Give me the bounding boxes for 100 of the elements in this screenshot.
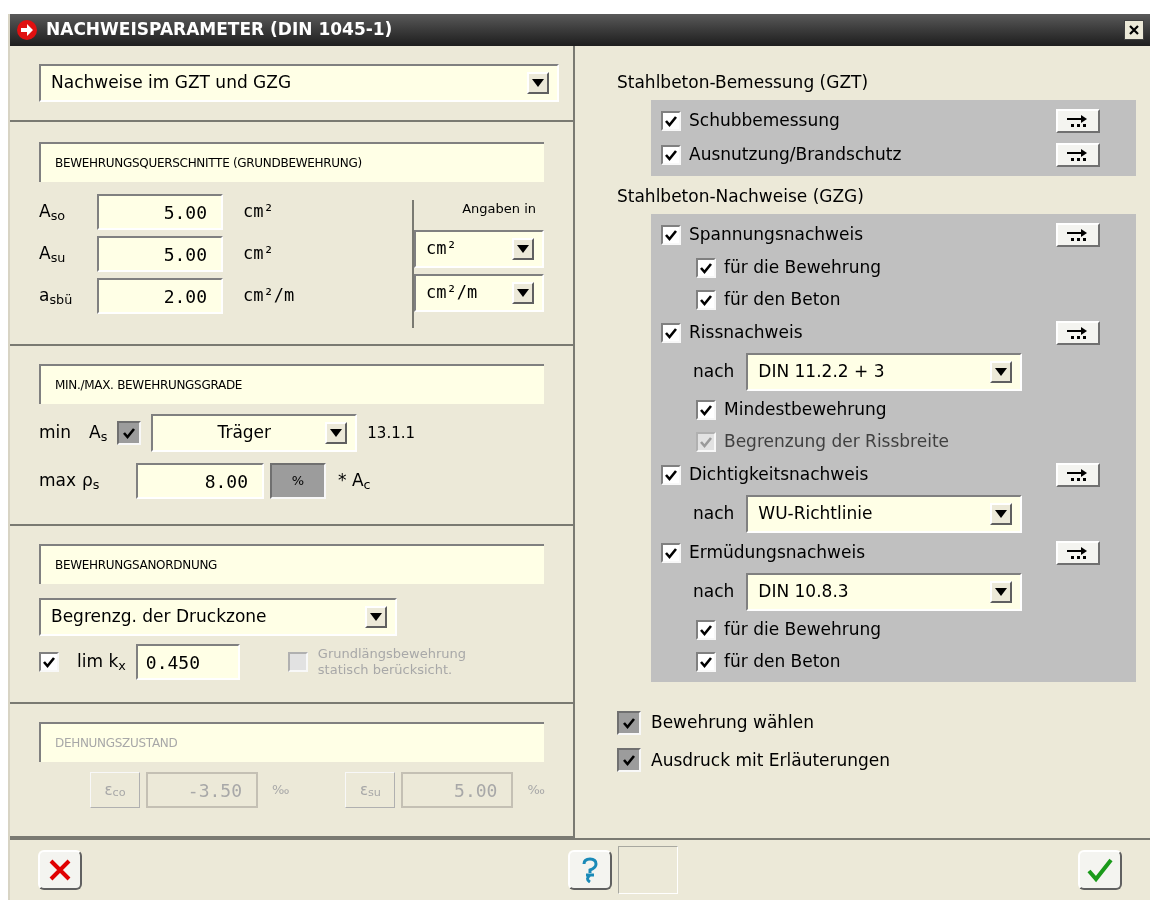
unit-label: cm² (243, 242, 274, 266)
caret-icon (532, 79, 544, 87)
dropdown[interactable]: Träger (151, 414, 358, 452)
checkbox[interactable] (661, 465, 681, 485)
checkbox-label: Ausdruck mit Erläuterungen (651, 748, 891, 772)
checkbox-label: Bewehrung wählen (651, 711, 815, 734)
input-field[interactable]: 5.00 (97, 194, 223, 230)
nach-label: nach (693, 360, 735, 384)
unit-toggle[interactable]: % (270, 463, 327, 499)
checkbox[interactable] (696, 620, 716, 640)
help-button[interactable] (568, 850, 612, 890)
checkbox[interactable] (661, 543, 681, 563)
cancel-icon (48, 858, 72, 882)
checkbox[interactable] (661, 225, 681, 245)
caret-icon (995, 368, 1008, 376)
nach-label: nach (693, 502, 735, 526)
settings-button[interactable] (1056, 223, 1100, 247)
group-heading: Stahlbeton-Bemessung (GZT) (617, 71, 870, 95)
dropdown[interactable]: Nachweise im GZT und GZG (39, 64, 559, 102)
check-icon (699, 261, 713, 275)
group-heading: Stahlbeton-Nachweise (GZG) (617, 185, 865, 209)
close-icon (1129, 25, 1139, 35)
caret-icon (995, 510, 1008, 518)
checkbox-label: Dichtigkeitsnachweis (689, 463, 870, 487)
ok-icon (1086, 857, 1114, 883)
section-heading: BEWEHRUNGSQUERSCHNITTE (GRUNDBEWEHRUNG) (39, 142, 544, 182)
symbol-label: A$_{su}$ (39, 242, 67, 267)
caret-icon (995, 588, 1008, 596)
checkbox[interactable] (696, 290, 716, 310)
settings-button[interactable] (1056, 321, 1100, 345)
checkbox[interactable] (696, 652, 716, 672)
caret-icon (370, 613, 382, 621)
section-heading: BEWEHRUNGSANORDNUNG (39, 544, 544, 584)
reference-label: 13.1.1 (367, 422, 415, 444)
settings-button[interactable] (1056, 109, 1100, 133)
symbol-label: A$_{s}$ (89, 421, 108, 446)
cancel-button[interactable] (38, 850, 82, 890)
symbol-label: A$_{so}$ (39, 200, 67, 225)
checkbox[interactable] (117, 421, 142, 445)
input-field[interactable]: 0.450 (135, 644, 240, 680)
unit-label: ‰ (527, 781, 545, 800)
dropdown[interactable]: WU-Richtlinie (746, 495, 1023, 533)
checkbox-label: Schubbemessung (689, 109, 841, 133)
checkbox-label: Rissnachweis (689, 321, 804, 345)
checkbox-label: Spannungsnachweis (689, 223, 864, 247)
section-heading: DEHNUNGSZUSTAND (39, 722, 544, 762)
checkbox[interactable] (661, 145, 681, 165)
help-icon (581, 857, 599, 883)
checkbox-label: für die Bewehrung (724, 256, 882, 280)
checkbox[interactable] (696, 400, 716, 420)
checkbox[interactable] (696, 258, 716, 278)
checkbox-label: Mindestbewehrung (724, 398, 887, 422)
caret-icon (517, 245, 529, 253)
check-icon (664, 228, 678, 242)
dropdown[interactable]: cm²/m (414, 274, 544, 312)
input-field[interactable]: 2.00 (97, 278, 223, 314)
settings-button[interactable] (1056, 143, 1100, 167)
unit-label: cm² (243, 200, 274, 224)
unit-label: ‰ (272, 781, 290, 800)
max-label: max (39, 469, 77, 493)
check-icon (122, 426, 137, 440)
dropdown[interactable]: cm² (414, 230, 544, 268)
checkbox[interactable] (661, 323, 681, 343)
check-icon (699, 403, 713, 417)
nach-label: nach (693, 580, 735, 604)
symbol-label: a$_{sbü}$ (39, 284, 74, 309)
check-icon (664, 148, 678, 162)
settings-button[interactable] (1056, 463, 1100, 487)
ok-button[interactable] (1078, 850, 1122, 890)
unit-label: cm²/m (243, 284, 295, 308)
checkbox-label: für den Beton (724, 650, 841, 674)
checkbox-label: Ausnutzung/Brandschutz (689, 143, 903, 167)
check-icon (699, 655, 713, 669)
settings-button[interactable] (1056, 541, 1100, 565)
units-label: Angaben in (462, 200, 537, 219)
input-field[interactable]: 8.00 (136, 463, 265, 499)
checkbox[interactable] (617, 748, 641, 773)
input-field[interactable]: 5.00 (97, 236, 223, 272)
close-button[interactable] (1124, 20, 1144, 40)
checkbox-label: Ermüdungsnachweis (689, 541, 866, 565)
checkbox-label: für die Bewehrung (724, 618, 882, 642)
check-icon (664, 114, 678, 128)
factor-label: * A$_{c}$ (338, 469, 371, 494)
symbol-label: ρ$_{s}$ (82, 469, 101, 494)
checkbox-label: Begrenzung der Rissbreite (724, 430, 950, 454)
option-label: Grundlängsbewehrung statisch berücksicht. (317, 646, 467, 678)
dropdown[interactable]: DIN 11.2.2 + 3 (746, 353, 1023, 391)
caret-icon (517, 289, 529, 297)
check-icon (622, 753, 636, 768)
dropdown[interactable]: DIN 10.8.3 (746, 573, 1023, 611)
dropdown[interactable]: Begrenzg. der Druckzone (39, 598, 397, 636)
checkbox-label: für den Beton (724, 288, 841, 312)
caret-icon (330, 429, 343, 437)
window-title: NACHWEISPARAMETER (DIN 1045-1) (46, 18, 394, 42)
limit-label: lim k$_{x}$ (77, 650, 126, 675)
checkbox[interactable] (617, 710, 641, 735)
check-icon (699, 623, 713, 637)
checkbox[interactable] (661, 111, 681, 131)
check-icon (664, 326, 678, 340)
checkbox[interactable] (39, 652, 59, 672)
